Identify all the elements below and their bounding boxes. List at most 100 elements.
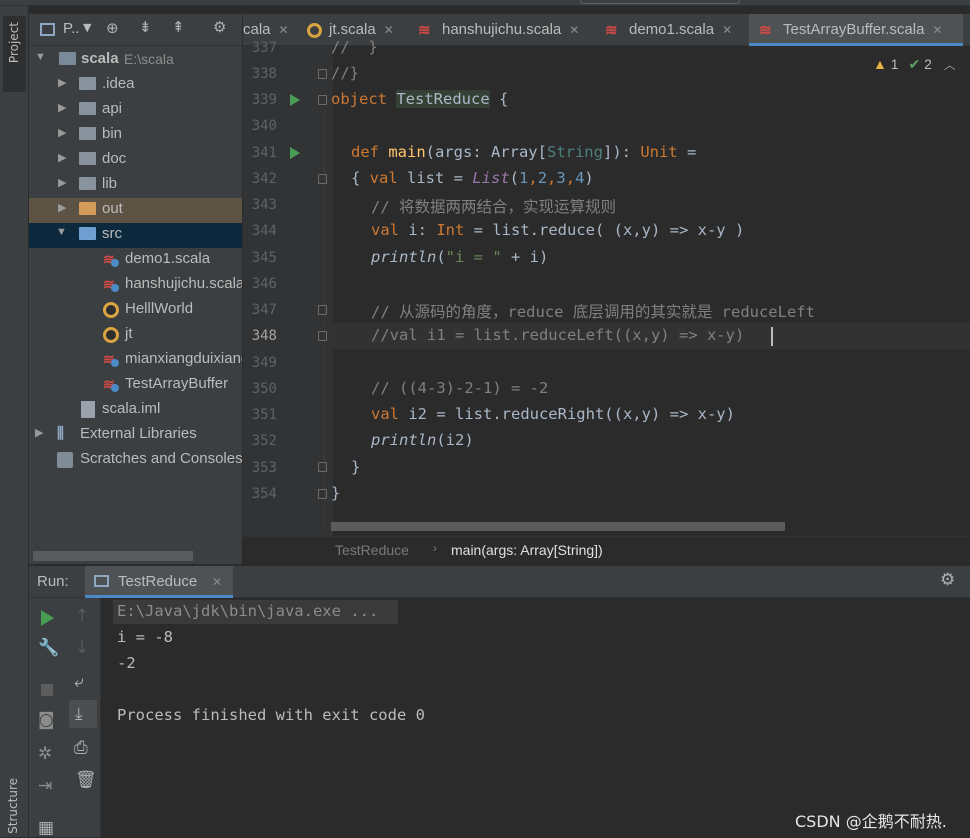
tree-row-demo1[interactable]: ≋ demo1.scala	[29, 248, 242, 273]
soft-wrap-icon[interactable]: ⤶	[74, 672, 84, 692]
expand-all-icon[interactable]: ⇟	[139, 18, 152, 36]
tree-row-mianxiangduixiang[interactable]: ≋ mianxiangduixiang	[29, 348, 242, 373]
code-line[interactable]: }	[351, 458, 360, 476]
fold-marker-icon[interactable]	[318, 305, 327, 315]
layout-icon[interactable]: ▦	[38, 818, 54, 838]
project-tool-tab[interactable]: Project	[3, 16, 26, 92]
line-number-current: 348	[251, 328, 277, 344]
gear-icon[interactable]: ⚙	[213, 18, 226, 36]
chevron-down-icon[interactable]: ▼	[83, 21, 91, 34]
inspection-widget[interactable]: ▲ 1 ✔ 2 ︿	[873, 56, 956, 73]
code-line[interactable]: println("i = " + i)	[371, 248, 548, 266]
chevron-down-icon[interactable]: ▼	[35, 51, 46, 63]
fold-marker-icon[interactable]	[318, 69, 327, 79]
chevron-right-icon[interactable]: ▶	[58, 101, 66, 114]
tree-row-helllworld[interactable]: HelllWorld	[29, 298, 242, 323]
tree-row-scratches[interactable]: Scratches and Consoles	[29, 448, 242, 473]
breadcrumb-object[interactable]: TestReduce	[335, 542, 409, 558]
code-token: {	[351, 169, 370, 187]
line-number: 349	[251, 355, 277, 371]
line-number: 350	[251, 381, 277, 397]
chevron-down-icon[interactable]: ▼	[56, 226, 67, 238]
scala-class-file-icon: ≋	[759, 22, 772, 39]
wrench-icon[interactable]: 🔧	[38, 638, 59, 658]
close-icon[interactable]: ✕	[932, 23, 942, 37]
fold-marker-icon[interactable]	[318, 462, 327, 472]
structure-tab-label[interactable]: Structure	[6, 778, 20, 834]
chevron-right-icon[interactable]: ▶	[35, 426, 43, 439]
code-line[interactable]: val i: Int = list.reduce( (x,y) => x-y )	[371, 221, 744, 239]
chevron-right-icon[interactable]: ▶	[58, 151, 66, 164]
trash-icon[interactable]: 🗑	[75, 770, 97, 790]
chevron-up-icon[interactable]: ︿	[944, 58, 956, 72]
rerun-icon[interactable]	[41, 610, 54, 626]
tree-row-project-root[interactable]: ▼ scala E:\scala	[29, 48, 242, 73]
editor-tab[interactable]: ≋ demo1.scala ✕	[605, 14, 745, 46]
code-line[interactable]: //}	[331, 64, 359, 82]
tree-row-out[interactable]: ▶ out	[29, 198, 242, 223]
editor-horizontal-scrollbar[interactable]	[331, 522, 785, 531]
camera-icon[interactable]: ◙	[38, 710, 55, 730]
locate-icon[interactable]: ⊕	[106, 19, 119, 37]
tree-row-scala-iml[interactable]: scala.iml	[29, 398, 242, 423]
run-gutter-icon[interactable]	[290, 94, 300, 106]
code-line[interactable]: object TestReduce {	[331, 90, 508, 108]
code-line[interactable]: // }	[331, 38, 378, 56]
tree-row-doc[interactable]: ▶ doc	[29, 148, 242, 173]
fold-marker-icon[interactable]	[318, 174, 327, 184]
run-gutter-icon[interactable]	[290, 147, 300, 159]
breadcrumb-method[interactable]: main(args: Array[String])	[451, 542, 603, 558]
exit-icon[interactable]: ⇥	[38, 776, 52, 796]
run-tab[interactable]: TestReduce ✕	[85, 566, 233, 598]
tree-row-lib[interactable]: ▶ lib	[29, 173, 242, 198]
code-line[interactable]: println(i2)	[371, 431, 474, 449]
code-line[interactable]: // 从源码的角度，reduce 底层调用的其实就是 reduceLeft	[371, 300, 815, 322]
editor-tab[interactable]: ≋ hanshujichu.scala ✕	[418, 14, 598, 46]
stop-icon[interactable]	[41, 684, 53, 696]
close-icon[interactable]: ✕	[722, 23, 732, 37]
tree-row-bin[interactable]: ▶ bin	[29, 123, 242, 148]
close-icon[interactable]: ✕	[212, 575, 222, 589]
line-number: 345	[251, 250, 277, 266]
fold-marker-icon[interactable]	[318, 331, 327, 341]
tree-row-hanshujichu[interactable]: ≋ hanshujichu.scala	[29, 273, 242, 298]
code-line[interactable]: { val list = List(1,2,3,4)	[351, 169, 594, 187]
editor-tab-active[interactable]: ≋ TestArrayBuffer.scala ✕	[749, 14, 963, 46]
run-config-selector[interactable]	[580, 0, 740, 4]
print-icon[interactable]: ⎙	[74, 738, 88, 758]
fold-marker-icon[interactable]	[318, 95, 327, 105]
code-line[interactable]: // 将数据两两结合，实现运算规则	[371, 195, 616, 217]
code-line[interactable]: //val i1 = list.reduceLeft((x,y) => x-y)	[371, 326, 744, 344]
code-token: "i = "	[445, 248, 502, 266]
fold-marker-icon[interactable]	[318, 489, 327, 499]
project-horizontal-scrollbar[interactable]	[33, 551, 193, 561]
line-number: 340	[251, 118, 277, 134]
tree-row-external-libraries[interactable]: ▶ ⫼ External Libraries	[29, 423, 242, 448]
close-icon[interactable]: ✕	[384, 23, 394, 37]
scala-file-icon: ≋	[605, 22, 618, 39]
chevron-right-icon[interactable]: ▶	[58, 201, 66, 214]
arrow-down-icon[interactable]: ↓	[75, 638, 89, 658]
tree-row-jt[interactable]: jt	[29, 323, 242, 348]
code-line[interactable]: def main(args: Array[String]): Unit =	[351, 143, 696, 161]
gear-icon[interactable]: ⚙	[940, 570, 955, 590]
code-line[interactable]: val i2 = list.reduceRight((x,y) => x-y)	[371, 405, 735, 423]
code-line[interactable]: }	[331, 484, 340, 502]
collapse-all-icon[interactable]: ⇞	[172, 18, 185, 36]
close-icon[interactable]: ✕	[279, 23, 289, 37]
tree-row-testarraybuffer[interactable]: ≋ TestArrayBuffer	[29, 373, 242, 398]
project-view-selector[interactable]: P..	[63, 20, 79, 37]
close-icon[interactable]: ✕	[569, 23, 579, 37]
scroll-to-end-button[interactable]	[69, 700, 97, 728]
tree-row-src[interactable]: ▼ src	[29, 223, 242, 248]
settings-run-icon[interactable]: ✲	[38, 744, 52, 764]
tree-row-idea[interactable]: ▶ .idea	[29, 73, 242, 98]
chevron-right-icon[interactable]: ▶	[58, 76, 66, 89]
chevron-right-icon[interactable]: ▶	[58, 176, 66, 189]
line-number: 339	[251, 92, 277, 108]
console-line[interactable]: E:\Java\jdk\bin\java.exe ...	[117, 602, 378, 620]
chevron-right-icon[interactable]: ▶	[58, 126, 66, 139]
tree-row-api[interactable]: ▶ api	[29, 98, 242, 123]
code-line[interactable]: // ((4-3)-2-1) = -2	[371, 379, 548, 397]
arrow-up-icon[interactable]: ↑	[75, 606, 89, 626]
